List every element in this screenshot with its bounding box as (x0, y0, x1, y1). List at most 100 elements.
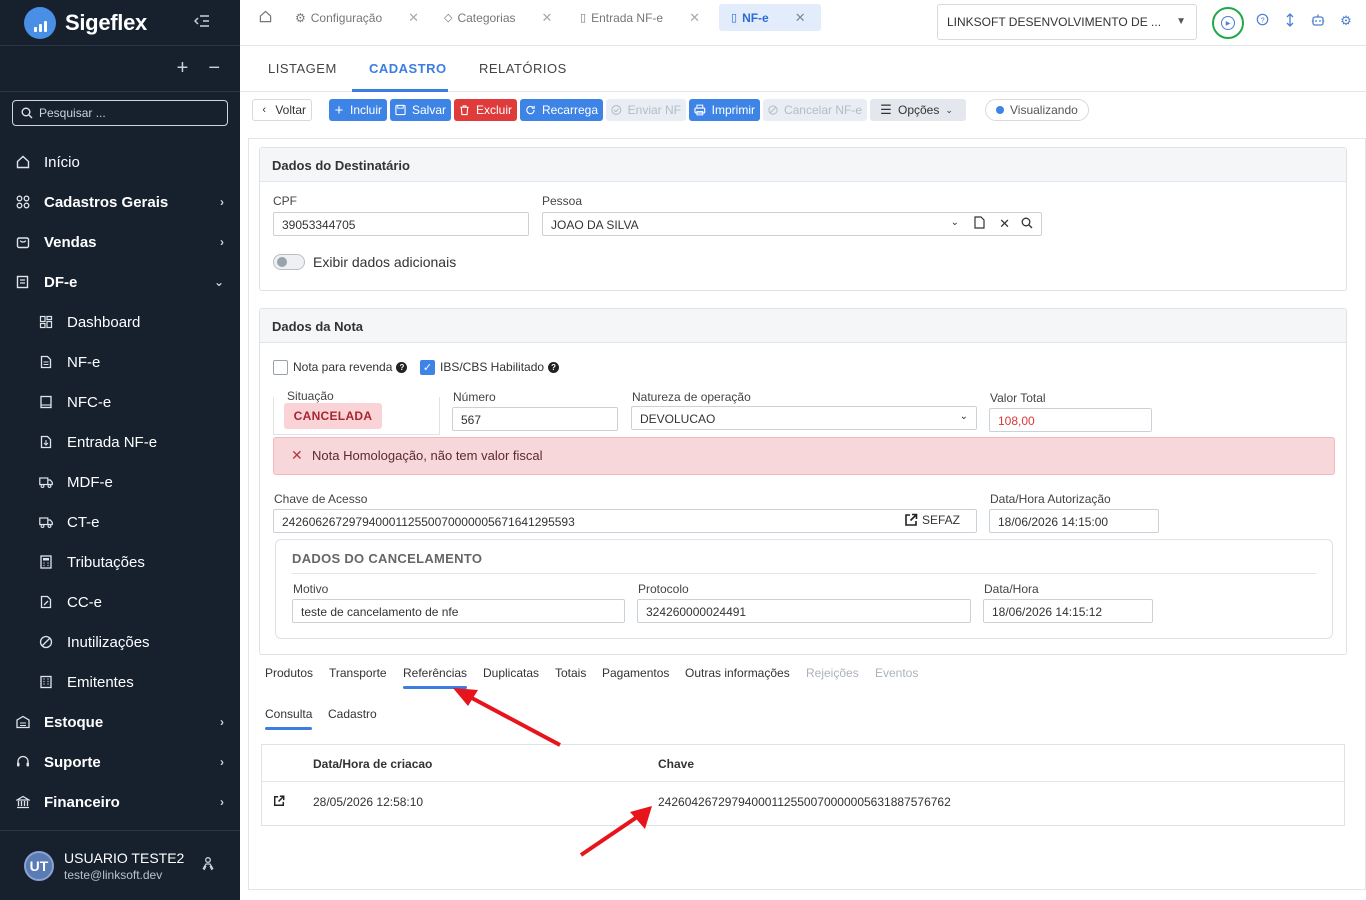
table-row[interactable]: 28/05/2026 12:58:10 24260426729794000112… (262, 782, 1344, 826)
robot-icon[interactable] (1310, 13, 1326, 29)
search-icon[interactable] (1021, 217, 1033, 232)
cancelar-nfe-button[interactable]: Cancelar NF-e (763, 99, 867, 121)
exibir-dados-toggle[interactable] (273, 254, 305, 270)
tab-produtos[interactable]: Produtos (265, 666, 313, 680)
sidebar-item-label: NF-e (67, 353, 101, 371)
company-select[interactable]: LINKSOFT DESENVOLVIMENTO DE ... ▼ (937, 4, 1197, 40)
tab-referencias[interactable]: Referências (403, 666, 467, 680)
collapse-all-icon[interactable]: − (208, 57, 220, 80)
resize-vertical-icon[interactable] (1282, 13, 1298, 29)
column-header[interactable]: Data/Hora de criacao (313, 757, 432, 771)
tab-entrada-nfe[interactable]: ▯ Entrada NF-e ✕ (580, 4, 700, 31)
clear-icon[interactable]: ✕ (999, 216, 1010, 232)
tab-duplicatas[interactable]: Duplicatas (483, 666, 539, 680)
sidebar-item-estoque[interactable]: Estoque › (0, 702, 240, 742)
column-header[interactable]: Chave (658, 757, 694, 771)
situacao-badge: CANCELADA (284, 403, 382, 429)
tab-listagem[interactable]: LISTAGEM (268, 61, 337, 76)
tab-categorias[interactable]: ◇ Categorias ✕ (444, 4, 552, 31)
sidebar-item-nfe[interactable]: NF-e (0, 342, 240, 382)
tab-totais[interactable]: Totais (555, 666, 586, 680)
tab-cadastro[interactable]: CADASTRO (369, 61, 447, 76)
cpf-label: CPF (273, 194, 297, 208)
tab-transporte[interactable]: Transporte (329, 666, 387, 680)
check-circle-icon (611, 105, 622, 115)
sidebar-item-mdfe[interactable]: MDF-e (0, 462, 240, 502)
tab-configuracao[interactable]: ⚙ Configuração ✕ (295, 4, 419, 31)
sidebar-item-cce[interactable]: CC-e (0, 582, 240, 622)
sefaz-link[interactable]: SEFAZ (904, 513, 960, 527)
open-external-icon[interactable] (273, 795, 285, 810)
chave-acesso-label: Chave de Acesso (274, 492, 368, 506)
chevron-down-icon[interactable]: ⌄ (951, 217, 959, 228)
enviar-nf-button[interactable]: Enviar NF (606, 99, 686, 121)
home-tab-icon[interactable] (259, 10, 272, 26)
user-profile[interactable]: UT USUARIO TESTE2 teste@linksoft.dev (0, 830, 240, 900)
recarrega-button[interactable]: Recarrega (520, 99, 603, 121)
close-tab-icon[interactable]: ✕ (689, 10, 700, 26)
tab-rejeicoes[interactable]: Rejeições (806, 666, 859, 680)
close-tab-icon[interactable]: ✕ (795, 10, 806, 26)
sidebar-item-tributacoes[interactable]: Tributações (0, 542, 240, 582)
sidebar-item-entrada-nfe[interactable]: Entrada NF-e (0, 422, 240, 462)
close-tab-icon[interactable]: ✕ (408, 10, 419, 26)
salvar-button[interactable]: Salvar (390, 99, 451, 121)
play-button[interactable]: ▶ (1212, 7, 1244, 39)
file-icon (40, 355, 52, 369)
card-title: Dados do Destinatário (260, 148, 1346, 182)
tab-cadastro-ref[interactable]: Cadastro (328, 707, 377, 721)
natureza-select[interactable]: DEVOLUCAO ⌄ (631, 406, 977, 430)
sidebar-item-cadastros-gerais[interactable]: Cadastros Gerais › (0, 182, 240, 222)
file-icon[interactable] (974, 216, 985, 232)
tab-eventos[interactable]: Eventos (875, 666, 918, 680)
tab-consulta[interactable]: Consulta (265, 707, 312, 721)
sidebar-item-emitentes[interactable]: Emitentes (0, 662, 240, 702)
datahora-field[interactable]: 18/06/2026 14:15:12 (983, 599, 1153, 623)
sidebar-item-dfe[interactable]: DF-e ⌄ (0, 262, 240, 302)
sidebar-item-nfce[interactable]: NFC-e (0, 382, 240, 422)
sidebar-item-dashboard[interactable]: Dashboard (0, 302, 240, 342)
sidebar-search-input[interactable] (39, 106, 219, 120)
switch-user-icon[interactable] (200, 856, 216, 876)
excluir-button[interactable]: Excluir (454, 99, 517, 121)
help-icon[interactable]: ? (396, 362, 408, 374)
nota-revenda-checkbox[interactable] (273, 360, 288, 375)
trash-icon (460, 105, 469, 116)
file-import-icon: ▯ (580, 12, 587, 24)
valor-total-field[interactable]: 108,00 (989, 408, 1152, 432)
sidebar-item-label: Vendas (44, 233, 97, 251)
sidebar-item-suporte[interactable]: Suporte › (0, 742, 240, 782)
collapse-menu-icon[interactable] (193, 14, 210, 30)
settings-icon[interactable]: ⚙ (1338, 13, 1354, 29)
chevron-right-icon: › (220, 715, 224, 729)
ibs-cbs-checkbox[interactable]: ✓ (420, 360, 435, 375)
user-name: USUARIO TESTE2 (64, 849, 185, 866)
sidebar-item-cte[interactable]: CT-e (0, 502, 240, 542)
chave-acesso-field[interactable]: 2426062672979400011255007000000567164129… (273, 509, 977, 533)
sidebar-item-inutilizacoes[interactable]: Inutilizações (0, 622, 240, 662)
autorizacao-field[interactable]: 18/06/2026 14:15:00 (989, 509, 1159, 533)
close-tab-icon[interactable]: ✕ (542, 10, 553, 26)
opcoes-menu-button[interactable]: ☰ Opções ⌄ (870, 99, 966, 121)
motivo-field[interactable]: teste de cancelamento de nfe (292, 599, 625, 623)
numero-field[interactable]: 567 (452, 407, 618, 431)
sidebar-item-label: Dashboard (67, 313, 141, 331)
sidebar-search[interactable] (12, 100, 228, 126)
pessoa-field[interactable]: JOAO DA SILVA ⌄ ✕ (542, 212, 1042, 236)
warehouse-icon (16, 715, 30, 729)
cpf-field[interactable]: 39053344705 (273, 212, 529, 236)
incluir-button[interactable]: + Incluir (329, 99, 387, 121)
tab-nfe[interactable]: ▯ NF-e ✕ (719, 4, 821, 31)
help-icon[interactable]: ? (1254, 13, 1270, 29)
expand-all-icon[interactable]: + (177, 57, 189, 80)
voltar-button[interactable]: ‹ Voltar (252, 99, 312, 121)
tab-relatorios[interactable]: RELATÓRIOS (479, 61, 567, 76)
sidebar-item-vendas[interactable]: Vendas › (0, 222, 240, 262)
tab-pagamentos[interactable]: Pagamentos (602, 666, 669, 680)
help-icon[interactable]: ? (548, 362, 560, 374)
imprimir-button[interactable]: Imprimir (689, 99, 760, 121)
sidebar-item-financeiro[interactable]: Financeiro › (0, 782, 240, 822)
sidebar-item-inicio[interactable]: Início (0, 142, 240, 182)
protocolo-field[interactable]: 324260000024491 (637, 599, 971, 623)
tab-outras-informacoes[interactable]: Outras informações (685, 666, 790, 680)
